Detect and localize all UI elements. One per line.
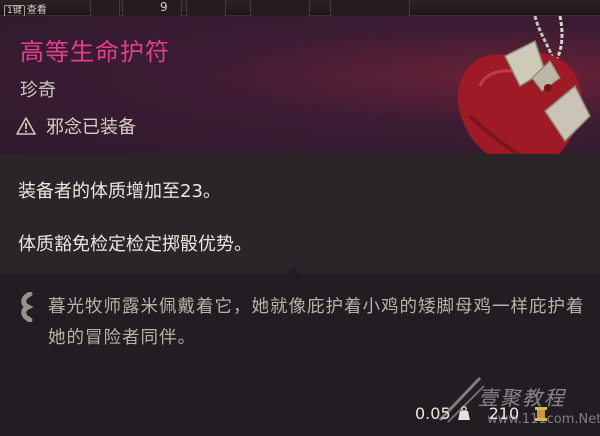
status-text: 邪念已装备 <box>46 117 136 138</box>
hotbar-slot[interactable] <box>90 0 120 16</box>
warning-icon <box>16 117 36 135</box>
weight-icon <box>457 406 470 420</box>
item-tooltip: 高等生命护符 珍奇 邪念已装备 装备者的体质增加至23。 体质豁免检定检定掷骰优… <box>0 16 600 436</box>
hotbar-slot[interactable] <box>122 0 182 16</box>
hotbar-slot[interactable] <box>330 0 410 16</box>
hotbar-slot[interactable] <box>250 0 310 16</box>
quote-icon <box>21 292 34 322</box>
gold-coin-icon <box>535 407 548 421</box>
hotbar: 1键 查看 9 <box>0 0 600 17</box>
item-weight: 0.05 <box>415 403 451 423</box>
hotbar-hint: 1键 查看 <box>4 1 47 17</box>
effects-section: 装备者的体质增加至23。 体质豁免检定检定掷骰优势。 <box>0 154 600 274</box>
hotbar-slot[interactable] <box>186 0 226 16</box>
item-footer: 0.05 210 <box>415 401 549 425</box>
slot-count: 9 <box>160 0 168 14</box>
lore-text: 暮光牧师露米佩戴着它，她就像庇护着小鸡的矮脚母鸡一样庇护着她的冒险者同伴。 <box>48 297 585 348</box>
section-notch <box>285 147 301 154</box>
section-notch <box>285 267 301 274</box>
item-value: 210 <box>488 403 520 423</box>
equip-status: 邪念已装备 <box>16 114 136 138</box>
tooltip-header: 高等生命护符 珍奇 邪念已装备 <box>0 16 600 176</box>
view-label: 查看 <box>26 5 47 16</box>
item-title: 高等生命护符 <box>20 38 170 66</box>
effect-line: 体质豁免检定检定掷骰优势。 <box>18 234 252 255</box>
item-rarity: 珍奇 <box>20 80 56 101</box>
effect-line: 装备者的体质增加至23。 <box>18 181 221 202</box>
